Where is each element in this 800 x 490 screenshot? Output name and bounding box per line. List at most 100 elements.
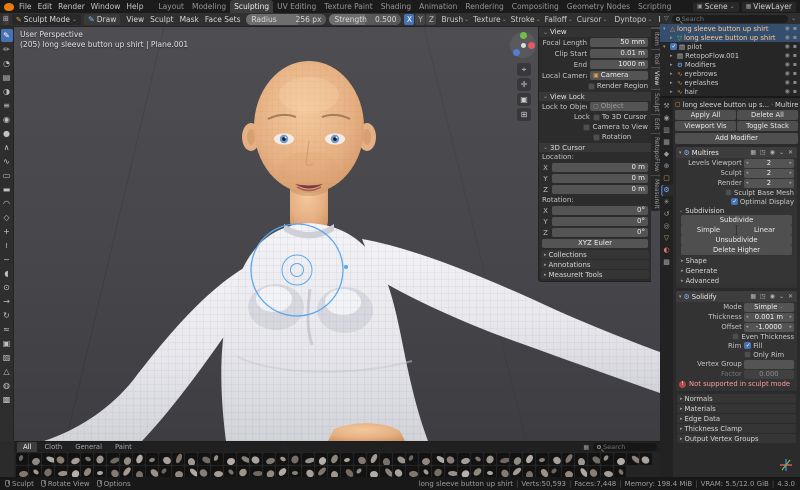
symmetry-y-button[interactable]: Y: [415, 14, 425, 25]
solidify-header[interactable]: ▾ ⚙ Solidify ▦ ◳ ◉ ⌄ ✕: [676, 291, 797, 302]
clip-start-field[interactable]: 0.01 m: [590, 49, 648, 58]
npanel-tab-retopoflow[interactable]: RetopoFlow: [651, 134, 660, 175]
thickness-field[interactable]: 0.001 m: [744, 313, 794, 322]
popover-dyntopo[interactable]: Dyntopo: [612, 15, 654, 24]
brush-thumbnail[interactable]: [341, 453, 353, 465]
radius-slider[interactable]: Radius 256 px: [246, 14, 326, 25]
scene-selector[interactable]: ▣ Scene ⌄: [693, 2, 739, 12]
expand-icon[interactable]: ▸: [670, 71, 675, 77]
workspace-tab-animation[interactable]: Animation: [415, 0, 461, 13]
tool-blob[interactable]: ●: [1, 127, 13, 140]
clip-end-field[interactable]: 1000 m: [590, 60, 648, 69]
brush-thumbnail[interactable]: [575, 453, 587, 465]
tool-slide-relax[interactable]: ≈: [1, 323, 13, 336]
popover-brush[interactable]: Brush: [439, 15, 471, 24]
workspace-tab-layout[interactable]: Layout: [154, 0, 188, 13]
brush-thumbnail[interactable]: [68, 453, 80, 465]
tool-cloth[interactable]: ▨: [1, 351, 13, 364]
hide-viewport-icon[interactable]: ◉: [785, 61, 790, 68]
delete-all-button[interactable]: Delete All: [737, 110, 798, 120]
sculpt-base-mesh-checkbox[interactable]: [725, 189, 732, 196]
edit-mode-toggle-icon[interactable]: ▦: [749, 149, 757, 156]
modifier-tab[interactable]: ⚙: [661, 185, 673, 196]
tool-boundary[interactable]: ▣: [1, 337, 13, 350]
brush-thumbnail[interactable]: [549, 453, 561, 465]
brush-thumbnail[interactable]: [159, 453, 171, 465]
brush-thumbnail[interactable]: [458, 453, 470, 465]
asset-search-input[interactable]: [603, 443, 653, 451]
workspace-tab-shading[interactable]: Shading: [377, 0, 415, 13]
sculpt-levels-field[interactable]: 2: [744, 169, 794, 178]
display-settings-icon[interactable]: ▦: [582, 444, 590, 451]
brush-thumbnail[interactable]: [250, 453, 262, 465]
collection-checkbox[interactable]: [670, 43, 677, 50]
workspace-tab-geometry-nodes[interactable]: Geometry Nodes: [563, 0, 634, 13]
brush-thumbnail[interactable]: [601, 453, 613, 465]
close-icon[interactable]: ✕: [787, 293, 794, 300]
disable-render-icon[interactable]: ▪: [793, 34, 797, 41]
brush-thumbnail[interactable]: [146, 453, 158, 465]
solidify-section-thickness-clamp[interactable]: Thickness Clamp: [677, 424, 796, 433]
realtime-toggle-icon[interactable]: ◳: [759, 293, 767, 300]
hide-viewport-icon[interactable]: ◉: [785, 25, 790, 32]
viewport-menu-view[interactable]: View: [123, 15, 147, 24]
focal-length-field[interactable]: 50 mm: [590, 38, 648, 47]
workspace-tab-sculpting[interactable]: Sculpting: [230, 0, 273, 13]
brush-thumbnail[interactable]: [536, 453, 548, 465]
data-tab[interactable]: ▽: [661, 233, 673, 244]
solidify-section-edge-data[interactable]: Edge Data: [677, 414, 796, 423]
factor-slider[interactable]: 0.000: [744, 370, 794, 379]
outliner-row-hair[interactable]: ▸∿hair◉▪: [660, 87, 800, 96]
extras-menu-icon[interactable]: ⌄: [778, 293, 785, 300]
tool-simplify[interactable]: △: [1, 365, 13, 378]
symmetry-x-button[interactable]: X: [404, 14, 414, 25]
render-region-checkbox[interactable]: [588, 83, 595, 90]
symmetry-z-button[interactable]: Z: [426, 14, 436, 25]
offset-field[interactable]: -1.0000: [744, 323, 794, 332]
tool-pose[interactable]: ⊙: [1, 281, 13, 294]
optimal-display-checkbox[interactable]: [731, 198, 738, 205]
menu-render[interactable]: Render: [55, 0, 88, 13]
hide-viewport-icon[interactable]: ◉: [785, 52, 790, 59]
ortho-toggle-icon[interactable]: ⊞: [517, 108, 531, 121]
brush-thumbnail[interactable]: [172, 453, 184, 465]
expand-icon[interactable]: ▸: [670, 35, 675, 41]
axis-y-handle[interactable]: [520, 32, 527, 39]
brush-thumbnail[interactable]: [94, 453, 106, 465]
brush-thumbnail[interactable]: [120, 453, 132, 465]
brush-thumbnail[interactable]: [627, 453, 639, 465]
npanel-tab-sculpt[interactable]: Sculpt: [651, 90, 660, 115]
outliner-row-long-sleeve-button-up-shirt[interactable]: ▾△long sleeve button up shirt◉▪: [660, 24, 800, 33]
breadcrumb-modifier[interactable]: Multires: [775, 101, 798, 109]
view-lock-section-header[interactable]: View Lock: [539, 92, 651, 101]
workspace-tab-uv-editing[interactable]: UV Editing: [273, 0, 320, 13]
cursor-location-z-field[interactable]: 0 m: [552, 185, 648, 194]
tool-crease[interactable]: ∧: [1, 141, 13, 154]
brush-thumbnail[interactable]: [510, 453, 522, 465]
brush-thumbnail[interactable]: [562, 453, 574, 465]
hide-viewport-icon[interactable]: ◉: [785, 34, 790, 41]
viewport-vis-button[interactable]: Viewport Vis: [675, 121, 736, 131]
menu-help[interactable]: Help: [123, 0, 146, 13]
brush-thumbnail[interactable]: [302, 453, 314, 465]
brush-thumbnail[interactable]: [614, 453, 626, 465]
brush-thumbnail[interactable]: [133, 453, 145, 465]
multires-section-advanced[interactable]: Advanced: [678, 276, 795, 285]
brush-thumbnail[interactable]: [16, 453, 28, 465]
brush-thumbnail[interactable]: [289, 453, 301, 465]
disable-render-icon[interactable]: ▪: [793, 88, 797, 95]
local-camera-field[interactable]: ▣ Camera: [590, 71, 648, 80]
tool-scrape[interactable]: ◠: [1, 197, 13, 210]
tool-mask[interactable]: ◍: [1, 379, 13, 392]
brush-thumbnail[interactable]: [406, 453, 418, 465]
workspace-tab-modeling[interactable]: Modeling: [188, 0, 230, 13]
solidify-mode-dropdown[interactable]: Simple: [744, 303, 794, 312]
shelf-tab-paint[interactable]: Paint: [109, 442, 138, 452]
subdivide-linear-button[interactable]: Linear: [737, 225, 792, 235]
disable-render-icon[interactable]: ▪: [793, 43, 797, 50]
brush-thumbnail[interactable]: [224, 453, 236, 465]
popover-cursor[interactable]: Cursor: [575, 15, 610, 24]
tool-rotate[interactable]: ↻: [1, 309, 13, 322]
outliner-row-pilot[interactable]: ▾▤pilot◉▪: [660, 42, 800, 51]
brush-thumbnail[interactable]: [445, 453, 457, 465]
